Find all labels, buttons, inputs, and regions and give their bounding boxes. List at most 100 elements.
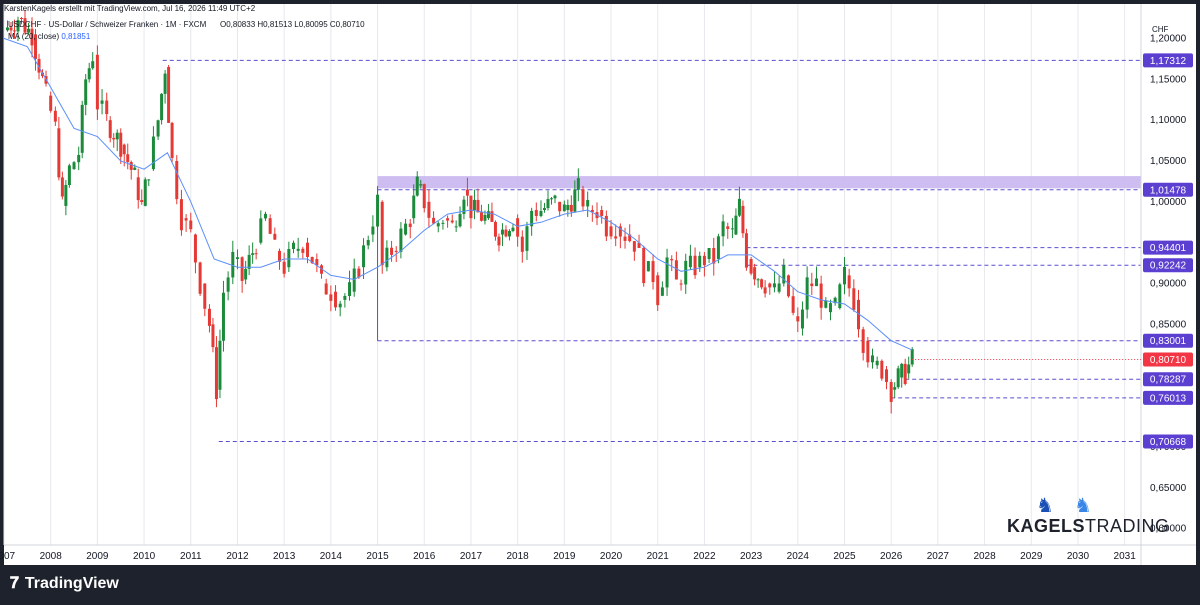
candle-body[interactable]	[287, 249, 291, 268]
candle-body[interactable]	[95, 54, 99, 110]
candle-body[interactable]	[716, 236, 720, 260]
candle-body[interactable]	[126, 154, 130, 163]
candle-body[interactable]	[422, 184, 426, 209]
candle-body[interactable]	[207, 308, 211, 326]
candle-body[interactable]	[569, 204, 573, 212]
candle-body[interactable]	[306, 242, 310, 257]
candle-body[interactable]	[184, 218, 188, 221]
candle-body[interactable]	[129, 162, 133, 170]
candle-body[interactable]	[458, 214, 462, 227]
candle-body[interactable]	[469, 195, 473, 219]
candle-body[interactable]	[163, 73, 167, 94]
candle-body[interactable]	[240, 257, 244, 281]
candle-body[interactable]	[760, 279, 764, 288]
candle-body[interactable]	[122, 144, 126, 155]
candle-body[interactable]	[810, 283, 814, 287]
candle-body[interactable]	[903, 363, 907, 384]
candle-body[interactable]	[301, 248, 305, 253]
candle-body[interactable]	[907, 364, 911, 374]
candle-body[interactable]	[84, 79, 88, 105]
candle-body[interactable]	[415, 176, 419, 196]
candle-body[interactable]	[791, 296, 795, 313]
candle-body[interactable]	[390, 247, 394, 255]
candle-body[interactable]	[167, 67, 171, 123]
candle-body[interactable]	[549, 198, 553, 200]
candle-body[interactable]	[852, 288, 856, 310]
tradingview-logo[interactable]: 𝟕 TradingView	[10, 575, 119, 593]
candle-body[interactable]	[483, 214, 487, 221]
candle-body[interactable]	[454, 226, 458, 228]
candle-body[interactable]	[730, 228, 734, 230]
candle-body[interactable]	[800, 309, 804, 329]
candle-body[interactable]	[419, 184, 423, 186]
candle-body[interactable]	[60, 177, 64, 197]
candle-body[interactable]	[77, 154, 81, 163]
candle-body[interactable]	[737, 198, 741, 216]
candle-body[interactable]	[108, 120, 112, 138]
candle-body[interactable]	[889, 382, 893, 402]
candle-body[interactable]	[404, 223, 408, 235]
price-chart[interactable]: CHF1,200001,150001,100001,050001,000000,…	[0, 0, 1200, 605]
candle-body[interactable]	[586, 200, 590, 207]
candle-body[interactable]	[707, 248, 711, 260]
candle-body[interactable]	[756, 279, 760, 281]
candle-body[interactable]	[721, 221, 725, 237]
candle-body[interactable]	[768, 283, 772, 288]
candle-body[interactable]	[660, 287, 664, 296]
candle-body[interactable]	[693, 255, 697, 276]
candle-body[interactable]	[221, 292, 225, 341]
candle-body[interactable]	[263, 213, 267, 219]
candle-body[interactable]	[371, 226, 375, 235]
candle-body[interactable]	[893, 387, 897, 390]
candle-body[interactable]	[53, 110, 57, 122]
candle-body[interactable]	[136, 177, 140, 201]
candle-body[interactable]	[558, 201, 562, 212]
candle-body[interactable]	[842, 266, 846, 285]
candle-body[interactable]	[64, 185, 68, 206]
candle-body[interactable]	[235, 257, 239, 260]
candle-body[interactable]	[105, 100, 109, 115]
candle-body[interactable]	[566, 204, 570, 211]
candle-body[interactable]	[581, 189, 585, 207]
candle-body[interactable]	[218, 340, 222, 390]
candle-body[interactable]	[786, 275, 790, 297]
candle-body[interactable]	[143, 179, 147, 206]
candle-body[interactable]	[749, 259, 753, 274]
candle-body[interactable]	[734, 215, 738, 235]
candle-body[interactable]	[609, 226, 613, 237]
candle-body[interactable]	[819, 283, 823, 308]
candle-body[interactable]	[866, 340, 870, 363]
candle-body[interactable]	[838, 284, 842, 309]
candle-body[interactable]	[472, 199, 476, 211]
candle-body[interactable]	[408, 223, 412, 227]
candle-body[interactable]	[651, 261, 655, 283]
candle-body[interactable]	[702, 255, 706, 266]
candle-body[interactable]	[362, 245, 366, 268]
candle-body[interactable]	[329, 294, 333, 301]
candle-body[interactable]	[632, 241, 636, 252]
candle-body[interactable]	[646, 261, 650, 272]
candle-body[interactable]	[441, 222, 445, 224]
candle-body[interactable]	[576, 178, 580, 190]
candle-body[interactable]	[814, 278, 818, 287]
candle-body[interactable]	[446, 218, 450, 221]
candle-body[interactable]	[507, 230, 511, 237]
candle-body[interactable]	[179, 199, 183, 231]
candle-body[interactable]	[436, 223, 440, 227]
candle-body[interactable]	[763, 287, 767, 294]
candle-body[interactable]	[394, 250, 398, 252]
candle-body[interactable]	[871, 355, 875, 363]
candle-body[interactable]	[623, 236, 627, 241]
candle-body[interactable]	[741, 205, 745, 234]
candle-body[interactable]	[115, 132, 119, 140]
candle-body[interactable]	[140, 200, 144, 202]
candle-body[interactable]	[334, 291, 338, 308]
candle-body[interactable]	[896, 368, 900, 388]
candle-body[interactable]	[170, 122, 174, 158]
candle-body[interactable]	[665, 257, 669, 288]
candle-body[interactable]	[500, 229, 504, 235]
candle-body[interactable]	[486, 211, 490, 219]
candle-body[interactable]	[203, 283, 207, 309]
candle-body[interactable]	[254, 253, 258, 255]
candle-body[interactable]	[214, 347, 218, 400]
